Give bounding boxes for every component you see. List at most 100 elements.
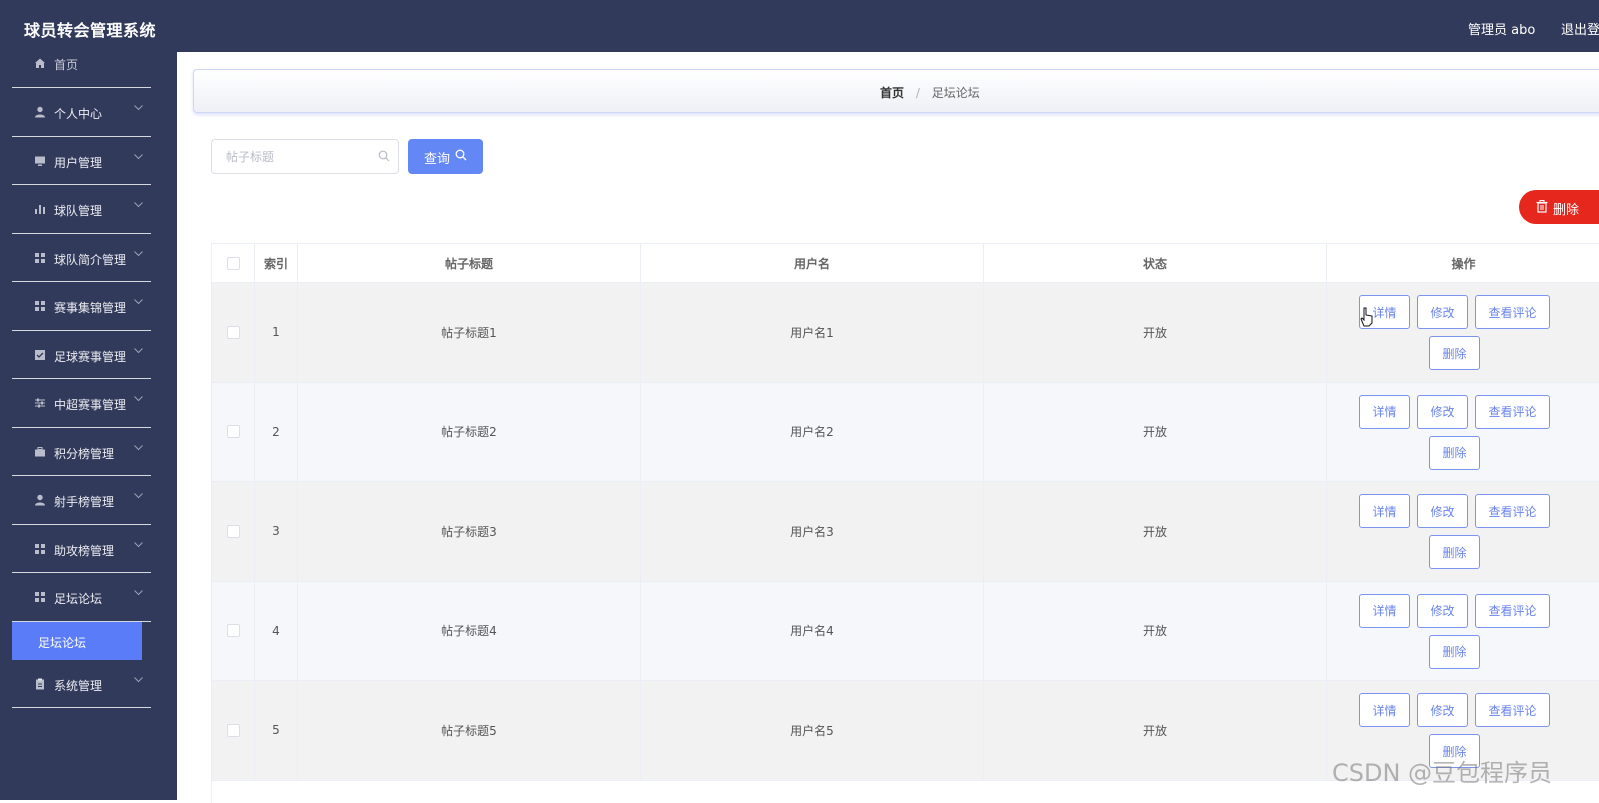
- chevron-down-icon: [134, 200, 143, 211]
- cell-index: 2: [255, 382, 298, 482]
- row-checkbox[interactable]: [226, 624, 240, 638]
- batch-delete-button[interactable]: 删除: [1519, 190, 1599, 224]
- column-header: 索引: [255, 244, 298, 283]
- edit-button[interactable]: 修改: [1417, 394, 1468, 429]
- row-checkbox[interactable]: [226, 524, 240, 538]
- sidebar-item-label: 球队管理: [54, 204, 103, 218]
- sidebar-item-label: 足坛论坛: [54, 592, 103, 606]
- search-icon[interactable]: [378, 150, 390, 165]
- grid-icon: [34, 543, 46, 555]
- cell-username: 用户名3: [641, 482, 984, 582]
- edit-button[interactable]: 修改: [1417, 295, 1468, 329]
- sidebar-item-label: 助攻榜管理: [54, 543, 115, 558]
- sidebar-item-label: 积分榜管理: [54, 446, 115, 461]
- sidebar-item[interactable]: 球队简介管理: [12, 234, 151, 282]
- edit-button[interactable]: 修改: [1417, 693, 1468, 727]
- table-row: 2 帖子标题2 用户名2 开放 详情 修改 查看评论删除: [212, 382, 1599, 482]
- view-comments-button[interactable]: 查看评论: [1475, 494, 1550, 528]
- sidebar-item-home[interactable]: 首页: [12, 52, 151, 88]
- monitor-icon: [34, 155, 46, 167]
- row-actions: 详情 修改 查看评论删除: [1327, 582, 1599, 681]
- cell-status: 开放: [984, 581, 1327, 681]
- mouse-cursor-icon: [1360, 307, 1374, 330]
- row-actions: 详情 修改 查看评论删除: [1327, 482, 1599, 581]
- sidebar-item[interactable]: 助攻榜管理: [12, 525, 151, 573]
- sidebar: 首页 个人中心用户管理球队管理球队简介管理 赛事集锦管理足球赛事管理中超赛事管理积…: [0, 52, 177, 800]
- submenu-item-label: 足坛论坛: [38, 635, 87, 650]
- row-checkbox[interactable]: [226, 325, 240, 339]
- person-icon: [34, 494, 46, 506]
- edit-button[interactable]: 修改: [1417, 494, 1468, 528]
- sidebar-item[interactable]: 中超赛事管理: [12, 379, 151, 428]
- sidebar-item-label: 足球赛事管理: [54, 349, 127, 364]
- delete-button[interactable]: 删除: [1429, 634, 1480, 669]
- main-content: 首页 / 足坛论坛 查询 删除 索引 帖子标题 用户名 状态 操作 1帖子标题1…: [177, 52, 1599, 803]
- edit-button[interactable]: 修改: [1417, 593, 1468, 628]
- chevron-down-icon: [134, 346, 143, 357]
- sidebar-item[interactable]: 赛事集锦管理: [12, 282, 151, 331]
- checkbox-icon: [34, 349, 46, 361]
- column-header: 状态: [984, 244, 1327, 283]
- cell-status: 开放: [984, 382, 1327, 482]
- sidebar-item[interactable]: 用户管理: [12, 137, 151, 185]
- cell-title: 帖子标题5: [298, 681, 641, 781]
- delete-button[interactable]: 删除: [1429, 535, 1480, 569]
- grid-icon: [34, 300, 46, 312]
- view-comments-button[interactable]: 查看评论: [1475, 394, 1550, 429]
- cell-username: 用户名2: [641, 382, 984, 482]
- search-box: [211, 139, 399, 174]
- detail-button[interactable]: 详情: [1359, 693, 1410, 727]
- sliders-icon: [34, 397, 46, 409]
- query-button-label: 查询: [424, 152, 451, 167]
- delete-label: 删除: [1553, 203, 1580, 218]
- cell-title: 帖子标题2: [298, 382, 641, 482]
- sidebar-item[interactable]: 个人中心: [12, 88, 151, 137]
- search-input[interactable]: [212, 140, 372, 173]
- view-comments-button[interactable]: 查看评论: [1475, 593, 1550, 628]
- chevron-down-icon: [134, 394, 143, 405]
- sidebar-item[interactable]: 球队管理: [12, 185, 151, 234]
- sidebar-item[interactable]: 足球赛事管理: [12, 331, 151, 379]
- chevron-down-icon: [134, 249, 143, 260]
- sidebar-menu: 个人中心用户管理球队管理球队简介管理 赛事集锦管理足球赛事管理中超赛事管理积分榜管…: [12, 88, 151, 708]
- chevron-down-icon: [134, 540, 143, 551]
- view-comments-button[interactable]: 查看评论: [1475, 295, 1550, 329]
- cell-username: 用户名4: [641, 581, 984, 681]
- sidebar-item[interactable]: 射手榜管理: [12, 476, 151, 525]
- bar-chart-icon: [34, 203, 46, 215]
- sidebar-item[interactable]: 足坛论坛: [12, 573, 151, 622]
- detail-button[interactable]: 详情: [1359, 494, 1410, 528]
- sidebar-item-label: 系统管理: [54, 678, 103, 693]
- breadcrumb-home[interactable]: 首页: [880, 86, 904, 100]
- column-header: 用户名: [641, 244, 984, 283]
- sidebar-item[interactable]: 系统管理: [12, 660, 151, 708]
- row-actions: 详情 修改 查看评论 删除: [1327, 283, 1599, 382]
- cell-status: 开放: [984, 482, 1327, 582]
- detail-button[interactable]: 详情: [1359, 593, 1410, 628]
- sidebar-item[interactable]: 积分榜管理: [12, 428, 151, 476]
- delete-button[interactable]: 删除: [1429, 336, 1480, 370]
- submenu-item-active[interactable]: 足坛论坛: [12, 621, 142, 660]
- query-button[interactable]: 查询: [408, 139, 483, 174]
- cell-index: 5: [255, 681, 298, 781]
- grid-icon: [34, 591, 46, 603]
- cell-username: 用户名5: [641, 681, 984, 781]
- column-header: 帖子标题: [298, 244, 641, 283]
- detail-button[interactable]: 详情: [1359, 394, 1410, 429]
- cell-title: 帖子标题3: [298, 482, 641, 582]
- row-checkbox[interactable]: [226, 425, 240, 439]
- home-icon: [34, 57, 46, 69]
- view-comments-button[interactable]: 查看评论: [1475, 693, 1550, 727]
- cell-index: 4: [255, 581, 298, 681]
- delete-button[interactable]: 删除: [1429, 435, 1480, 470]
- sidebar-item-label: 用户管理: [54, 155, 103, 170]
- logout-link[interactable]: 退出登: [1561, 19, 1599, 38]
- sidebar-item-label: 个人中心: [54, 107, 103, 121]
- sidebar-item-label: 射手榜管理: [54, 495, 115, 509]
- breadcrumb-separator: /: [915, 86, 920, 100]
- cell-status: 开放: [984, 283, 1327, 383]
- select-all-checkbox[interactable]: [226, 256, 240, 270]
- row-checkbox[interactable]: [226, 723, 240, 737]
- app-title: 球员转会管理系统: [24, 21, 157, 40]
- top-header: 球员转会管理系统 管理员 abo 退出登: [0, 0, 1599, 52]
